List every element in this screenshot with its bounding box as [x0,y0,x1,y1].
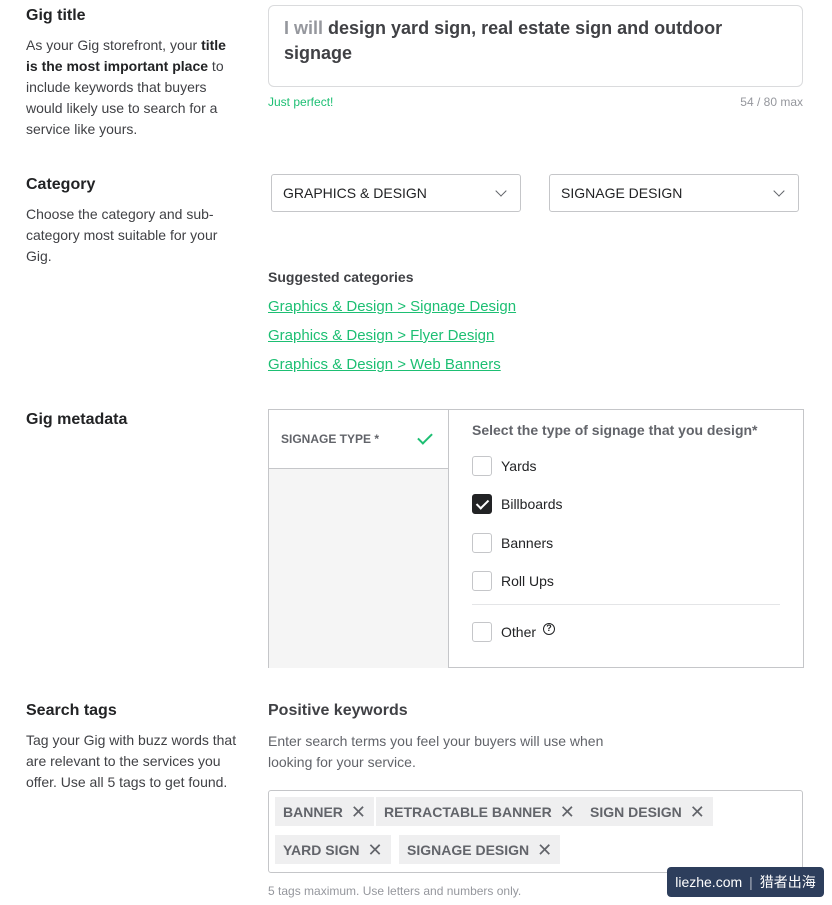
tag-chip: SIGN DESIGN ✕ [582,797,713,826]
option-label: Other [501,624,537,640]
chevron-down-icon [773,185,785,197]
option-other[interactable]: Other ? [472,622,556,642]
option-label: Yards [501,458,537,474]
watermark: liezhe.com | 猎者出海 [667,867,824,897]
gig-title-description: As your Gig storefront, your title is th… [26,37,226,137]
category-description: Choose the category and sub-category mos… [26,206,218,264]
metadata-question: Select the type of signage that you desi… [472,422,758,438]
close-icon[interactable]: ✕ [368,841,383,859]
title-char-count: 54 / 80 max [740,95,803,109]
subcategory-select-value: SIGNAGE DESIGN [561,185,683,201]
close-icon[interactable]: ✕ [560,803,575,821]
title-prefix: I will [284,18,324,38]
category-heading: Category [26,176,96,193]
tag-label: BANNER [283,803,343,820]
suggested-category-link[interactable]: Graphics & Design > Web Banners [268,356,501,373]
metadata-tab-label: SIGNAGE TYPE * [281,432,380,446]
close-icon[interactable]: ✕ [690,803,705,821]
tags-input[interactable]: BANNER ✕ RETRACTABLE BANNER ✕ SIGN DESIG… [268,790,803,873]
tag-label: RETRACTABLE BANNER [384,803,552,820]
gig-metadata-heading: Gig metadata [26,411,128,428]
metadata-tab-list [269,468,449,668]
suggested-categories-heading: Suggested categories [268,269,414,285]
metadata-panel: SIGNAGE TYPE * Select the type of signag… [268,409,804,668]
help-icon[interactable]: ? [543,623,556,635]
watermark-separator: | [749,874,753,890]
checkbox[interactable] [472,622,492,642]
close-icon[interactable]: ✕ [351,803,366,821]
gig-title-input[interactable]: I will design yard sign, real estate sig… [268,5,803,87]
option-yards[interactable]: Yards [472,456,537,476]
tag-chip: RETRACTABLE BANNER ✕ [376,797,583,826]
watermark-left: liezhe.com [675,874,743,890]
positive-keywords-description: Enter search terms you feel your buyers … [268,733,604,770]
checkbox-checked[interactable] [472,494,492,514]
checkmark-icon [417,429,433,445]
option-roll-ups[interactable]: Roll Ups [472,571,554,591]
metadata-tab-signage-type[interactable]: SIGNAGE TYPE * [269,410,449,468]
checkbox[interactable] [472,571,492,591]
title-hint: Just perfect! [268,95,334,109]
tag-label: SIGN DESIGN [590,803,682,820]
checkbox[interactable] [472,533,492,553]
gig-title-heading: Gig title [26,7,86,24]
subcategory-select[interactable]: SIGNAGE DESIGN [549,174,799,212]
option-banners[interactable]: Banners [472,533,553,553]
close-icon[interactable]: ✕ [537,841,552,859]
tag-chip: SIGNAGE DESIGN ✕ [399,835,561,864]
search-tags-description: Tag your Gig with buzz words that are re… [26,732,237,790]
title-value: design yard sign, real estate sign and o… [284,18,723,63]
tag-label: YARD SIGN [283,841,360,858]
positive-keywords-title: Positive keywords [268,702,408,719]
option-label: Roll Ups [501,573,554,589]
option-billboards[interactable]: Billboards [472,494,562,514]
chevron-down-icon [495,185,507,197]
category-select-value: GRAPHICS & DESIGN [283,185,427,201]
watermark-right: 猎者出海 [759,874,816,890]
option-label: Banners [501,535,554,551]
suggested-category-link[interactable]: Graphics & Design > Flyer Design [268,327,494,344]
tag-chip: BANNER ✕ [275,797,374,826]
category-select[interactable]: GRAPHICS & DESIGN [271,174,521,212]
tags-note: 5 tags maximum. Use letters and numbers … [268,884,522,898]
search-tags-heading: Search tags [26,702,117,719]
tag-label: SIGNAGE DESIGN [407,841,530,858]
tag-chip: YARD SIGN ✕ [275,835,391,864]
suggested-category-link[interactable]: Graphics & Design > Signage Design [268,298,516,315]
checkbox[interactable] [472,456,492,476]
option-label: Billboards [501,496,563,512]
divider [472,604,780,605]
